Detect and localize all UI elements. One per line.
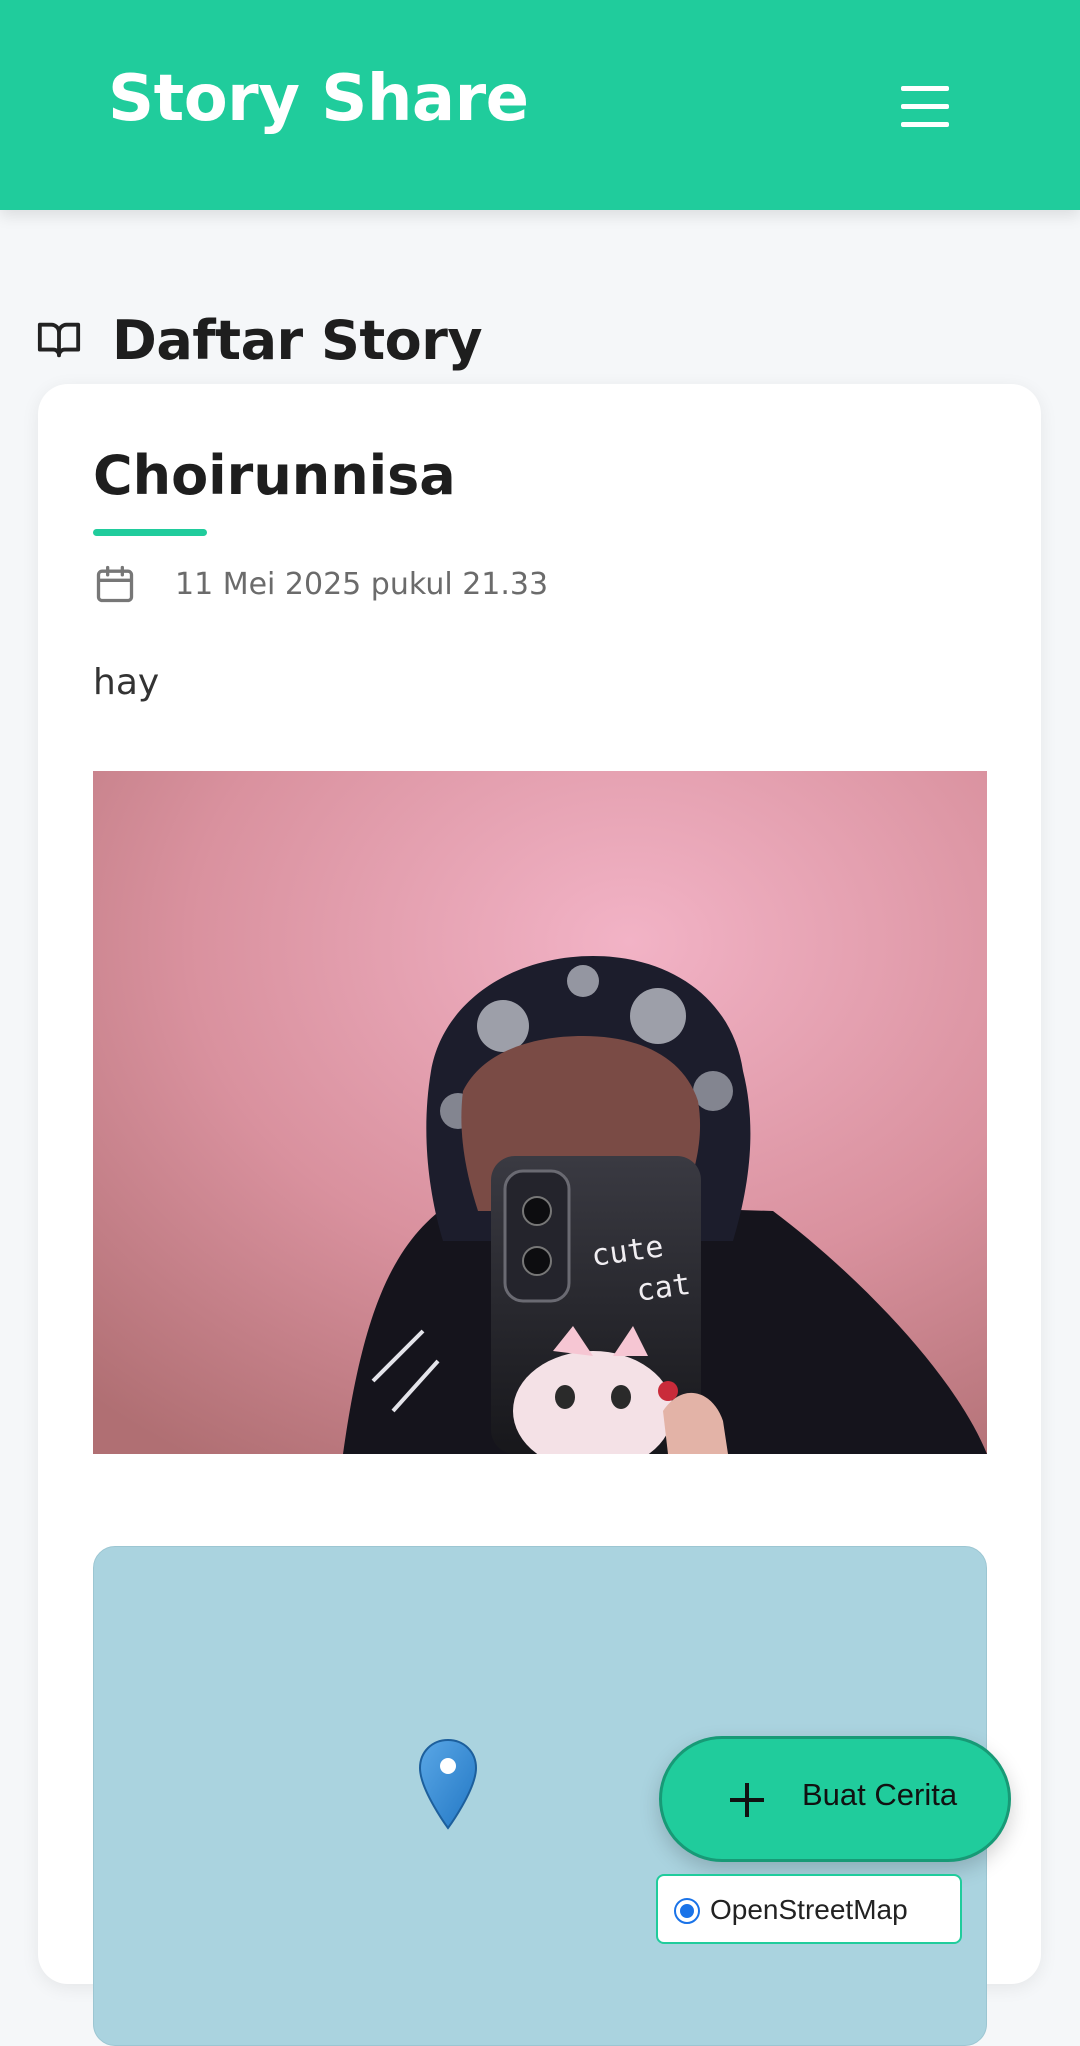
map-marker-icon[interactable] bbox=[418, 1738, 478, 1830]
story-author: Choirunnisa bbox=[93, 444, 456, 507]
story-photo[interactable]: cute cat bbox=[93, 771, 987, 1454]
plus-icon bbox=[726, 1779, 768, 1821]
app-header: Story Share bbox=[0, 0, 1080, 210]
section-title: Daftar Story bbox=[112, 308, 483, 372]
open-book-icon bbox=[37, 322, 81, 358]
story-photo-image: cute cat bbox=[93, 771, 987, 1454]
menu-line bbox=[901, 104, 949, 109]
section-heading: Daftar Story bbox=[36, 305, 483, 375]
layer-option-label: OpenStreetMap bbox=[710, 1894, 908, 1925]
layer-radio-button[interactable] bbox=[674, 1898, 700, 1924]
menu-line bbox=[901, 122, 949, 127]
hamburger-menu-icon[interactable] bbox=[893, 76, 955, 136]
brand-title[interactable]: Story Share bbox=[108, 62, 529, 136]
menu-line bbox=[901, 86, 949, 91]
create-story-label: Buat Cerita bbox=[802, 1777, 958, 1812]
calendar-icon bbox=[96, 565, 134, 603]
author-underline bbox=[93, 529, 207, 536]
story-date-row: 11 Mei 2025 pukul 21.33 bbox=[93, 554, 548, 614]
story-description: hay bbox=[93, 662, 160, 703]
map-layer-control[interactable]: OpenStreetMap bbox=[656, 1874, 962, 1944]
create-story-button[interactable]: Buat Cerita bbox=[659, 1736, 1011, 1862]
story-date: 11 Mei 2025 pukul 21.33 bbox=[175, 566, 549, 602]
phone-case-text: cat bbox=[634, 1267, 693, 1309]
